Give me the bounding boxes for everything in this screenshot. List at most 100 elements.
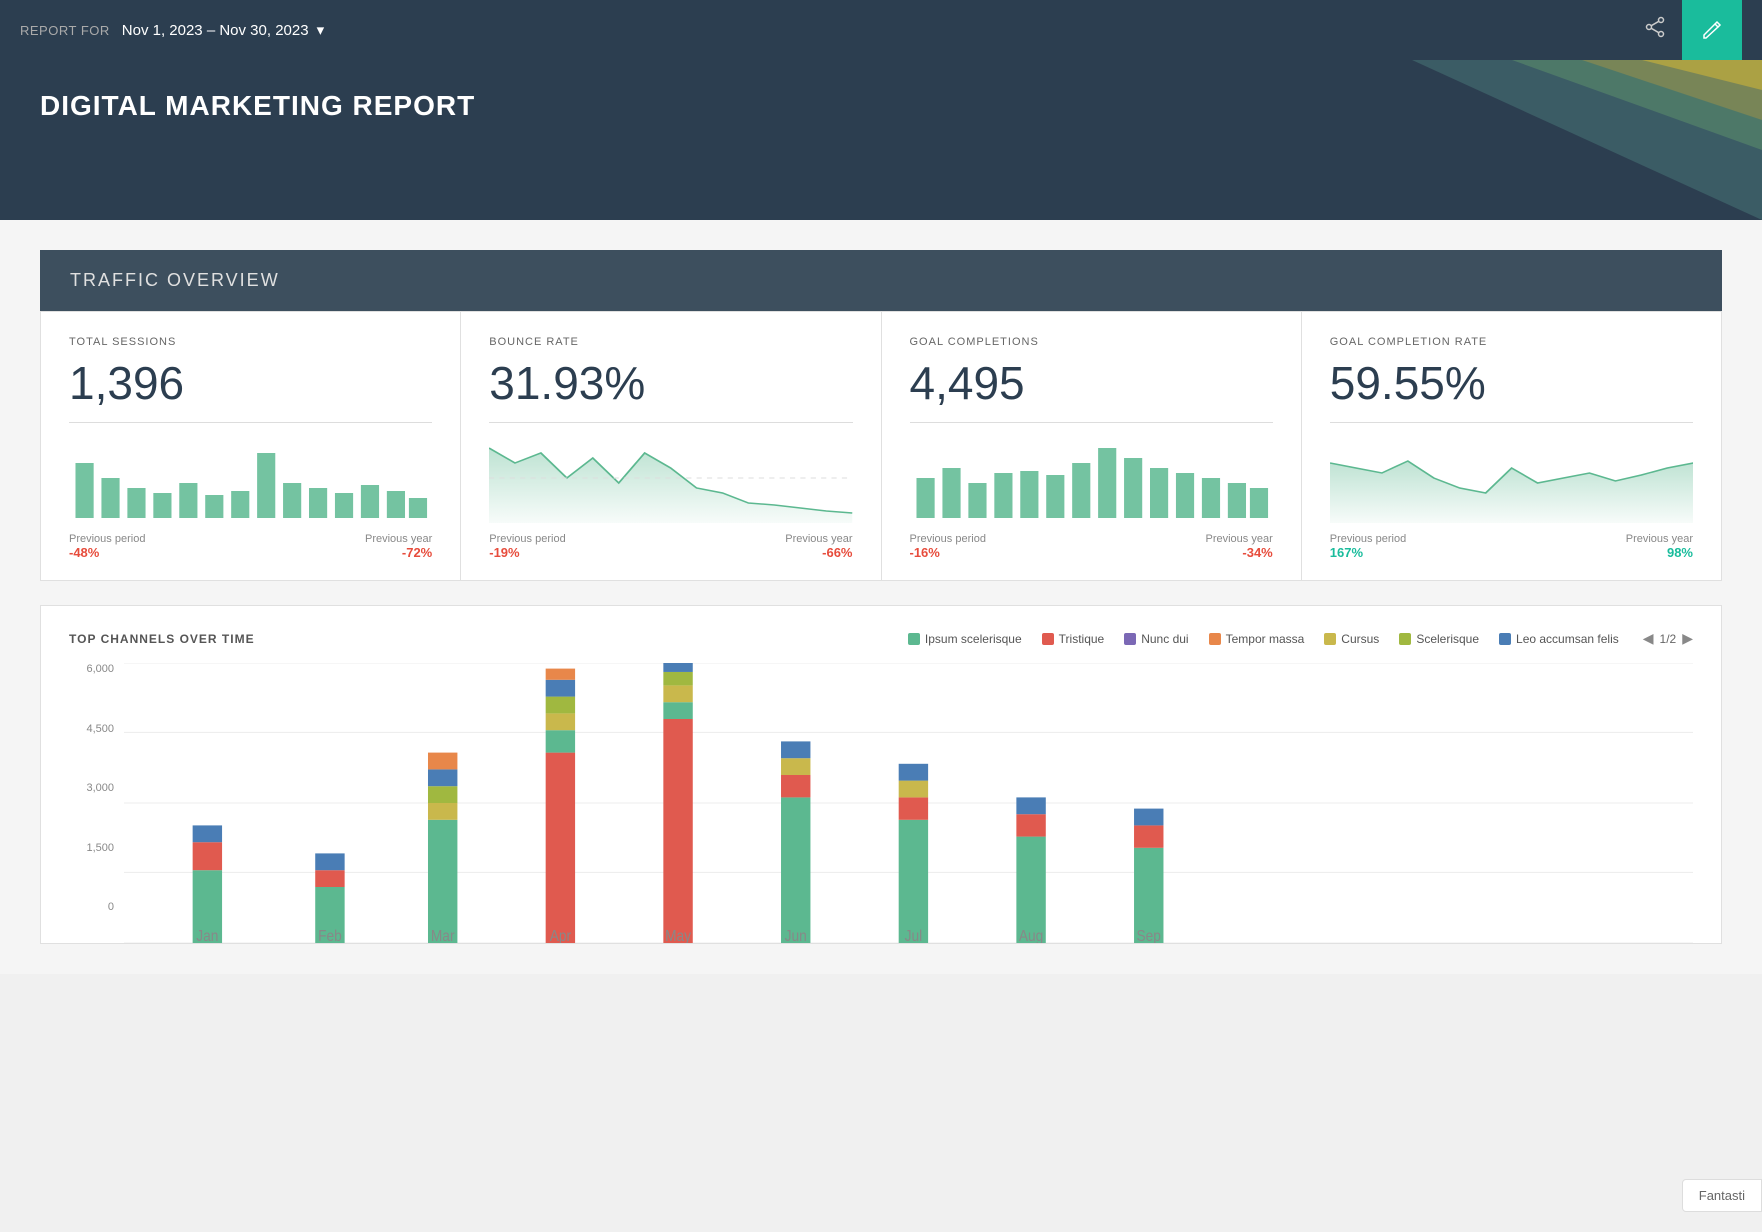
metric-card-goal-completion-rate: GOAL COMPLETION RATE 59.55% P xyxy=(1302,312,1721,580)
y-label-4500: 4,500 xyxy=(69,723,114,735)
previous-period-label: Previous period xyxy=(69,533,145,545)
channels-title: TOP CHANNELS OVER TIME xyxy=(69,632,255,646)
svg-text:Aug: Aug xyxy=(1019,928,1043,943)
legend-item-4: Cursus xyxy=(1324,632,1379,646)
previous-year-label: Previous year xyxy=(365,533,432,545)
legend-dot-0 xyxy=(908,633,920,645)
fantastic-badge: Fantasti xyxy=(1682,1179,1762,1212)
fantastic-badge-text: Fantasti xyxy=(1699,1188,1745,1203)
legend-dot-1 xyxy=(1042,633,1054,645)
top-bar: REPORT FOR Nov 1, 2023 – Nov 30, 2023 ▾ xyxy=(0,0,1762,60)
previous-year-label: Previous year xyxy=(1626,533,1693,545)
previous-year-item: Previous year 98% xyxy=(1626,533,1693,560)
previous-year-change: 98% xyxy=(1667,545,1693,560)
legend-item-6: Leo accumsan felis xyxy=(1499,632,1619,646)
previous-period-change: -16% xyxy=(910,545,940,560)
report-for-label: REPORT FOR xyxy=(20,23,110,38)
legend-label-4: Cursus xyxy=(1341,632,1379,646)
metric-footer-bounce-rate: Previous period -19% Previous year -66% xyxy=(489,533,852,560)
svg-text:Jul: Jul xyxy=(905,928,923,943)
date-range-value: Nov 1, 2023 – Nov 30, 2023 xyxy=(122,22,309,39)
legend-label-3: Tempor massa xyxy=(1226,632,1305,646)
svg-text:Jan: Jan xyxy=(196,928,218,943)
legend-label-1: Tristique xyxy=(1059,632,1105,646)
legend-label-0: Ipsum scelerisque xyxy=(925,632,1022,646)
metric-footer-goal-completions: Previous period -16% Previous year -34% xyxy=(910,533,1273,560)
previous-year-change: -72% xyxy=(402,545,432,560)
legend-item-2: Nunc dui xyxy=(1124,632,1188,646)
svg-text:Jun: Jun xyxy=(785,928,807,943)
metric-chart-goal-completions xyxy=(910,433,1273,523)
legend-dot-3 xyxy=(1209,633,1221,645)
previous-period-change: 167% xyxy=(1330,545,1363,560)
metric-card-bounce-rate: BOUNCE RATE 31.93% xyxy=(461,312,881,580)
pagination-indicator: 1/2 xyxy=(1660,632,1677,646)
section-title: TRAFFIC OVERVIEW xyxy=(70,270,280,290)
legend-dot-4 xyxy=(1324,633,1336,645)
metric-value-goal-completion-rate: 59.55% xyxy=(1330,356,1693,410)
pagination-next-button[interactable]: ▶ xyxy=(1682,630,1693,647)
legend-item-0: Ipsum scelerisque xyxy=(908,632,1022,646)
legend-label-2: Nunc dui xyxy=(1141,632,1188,646)
previous-period-item: Previous period -16% xyxy=(910,533,986,560)
hero-section: DIGITAL MARKETING REPORT xyxy=(0,60,1762,220)
metric-footer-total-sessions: Previous period -48% Previous year -72% xyxy=(69,533,432,560)
svg-text:May: May xyxy=(665,928,692,943)
metric-chart-goal-completion-rate xyxy=(1330,433,1693,523)
page-title: DIGITAL MARKETING REPORT xyxy=(40,90,1722,122)
pagination-prev-button[interactable]: ◀ xyxy=(1643,630,1654,647)
legend-label-5: Scelerisque xyxy=(1416,632,1479,646)
previous-year-change: -34% xyxy=(1242,545,1272,560)
previous-period-change: -48% xyxy=(69,545,99,560)
pencil-icon xyxy=(1701,19,1723,41)
previous-year-change: -66% xyxy=(822,545,852,560)
previous-year-item: Previous year -66% xyxy=(785,533,852,560)
metric-card-total-sessions: TOTAL SESSIONS 1,396 xyxy=(41,312,461,580)
y-label-1500: 1,500 xyxy=(69,842,114,854)
previous-year-label: Previous year xyxy=(1205,533,1272,545)
previous-period-label: Previous period xyxy=(1330,533,1406,545)
top-bar-left: REPORT FOR Nov 1, 2023 – Nov 30, 2023 ▾ xyxy=(20,21,324,39)
metric-label-goal-completion-rate: GOAL COMPLETION RATE xyxy=(1330,336,1693,348)
channels-header: TOP CHANNELS OVER TIME Ipsum scelerisque… xyxy=(69,630,1693,647)
legend-item-5: Scelerisque xyxy=(1399,632,1479,646)
metric-value-total-sessions: 1,396 xyxy=(69,356,432,410)
legend-item-1: Tristique xyxy=(1042,632,1105,646)
previous-year-item: Previous year -34% xyxy=(1205,533,1272,560)
share-icon xyxy=(1644,16,1666,38)
metric-label-total-sessions: TOTAL SESSIONS xyxy=(69,336,432,348)
previous-period-item: Previous period -19% xyxy=(489,533,565,560)
y-axis: 6,000 4,500 3,000 1,500 0 xyxy=(69,663,124,943)
share-button[interactable] xyxy=(1628,6,1682,54)
svg-text:Feb: Feb xyxy=(318,928,342,943)
edit-button[interactable] xyxy=(1682,0,1742,60)
y-label-0: 0 xyxy=(69,901,114,913)
y-label-6000: 6,000 xyxy=(69,663,114,675)
metric-chart-total-sessions xyxy=(69,433,432,523)
svg-text:Mar: Mar xyxy=(431,928,455,943)
top-bar-right xyxy=(1628,0,1742,60)
channels-pagination: ◀ 1/2 ▶ xyxy=(1643,630,1693,647)
metric-label-goal-completions: GOAL COMPLETIONS xyxy=(910,336,1273,348)
previous-period-label: Previous period xyxy=(489,533,565,545)
legend-dot-6 xyxy=(1499,633,1511,645)
traffic-overview-header: TRAFFIC OVERVIEW xyxy=(40,250,1722,311)
date-range-selector[interactable]: Nov 1, 2023 – Nov 30, 2023 ▾ xyxy=(122,21,324,39)
previous-period-change: -19% xyxy=(489,545,519,560)
hero-decoration xyxy=(1262,60,1762,220)
metric-label-bounce-rate: BOUNCE RATE xyxy=(489,336,852,348)
channels-chart-container: 6,000 4,500 3,000 1,500 0 xyxy=(69,663,1693,943)
metric-cards-container: TOTAL SESSIONS 1,396 xyxy=(40,311,1722,581)
previous-year-item: Previous year -72% xyxy=(365,533,432,560)
svg-text:Sep: Sep xyxy=(1137,928,1161,943)
previous-period-label: Previous period xyxy=(910,533,986,545)
chevron-down-icon: ▾ xyxy=(317,21,325,39)
previous-year-label: Previous year xyxy=(785,533,852,545)
channels-legend: Ipsum scelerisque Tristique Nunc dui Tem… xyxy=(908,632,1619,646)
legend-dot-2 xyxy=(1124,633,1136,645)
svg-text:Apr: Apr xyxy=(550,928,571,943)
previous-period-item: Previous period 167% xyxy=(1330,533,1406,560)
metric-chart-bounce-rate xyxy=(489,433,852,523)
metric-footer-goal-completion-rate: Previous period 167% Previous year 98% xyxy=(1330,533,1693,560)
main-content: TRAFFIC OVERVIEW TOTAL SESSIONS 1,396 xyxy=(0,220,1762,974)
